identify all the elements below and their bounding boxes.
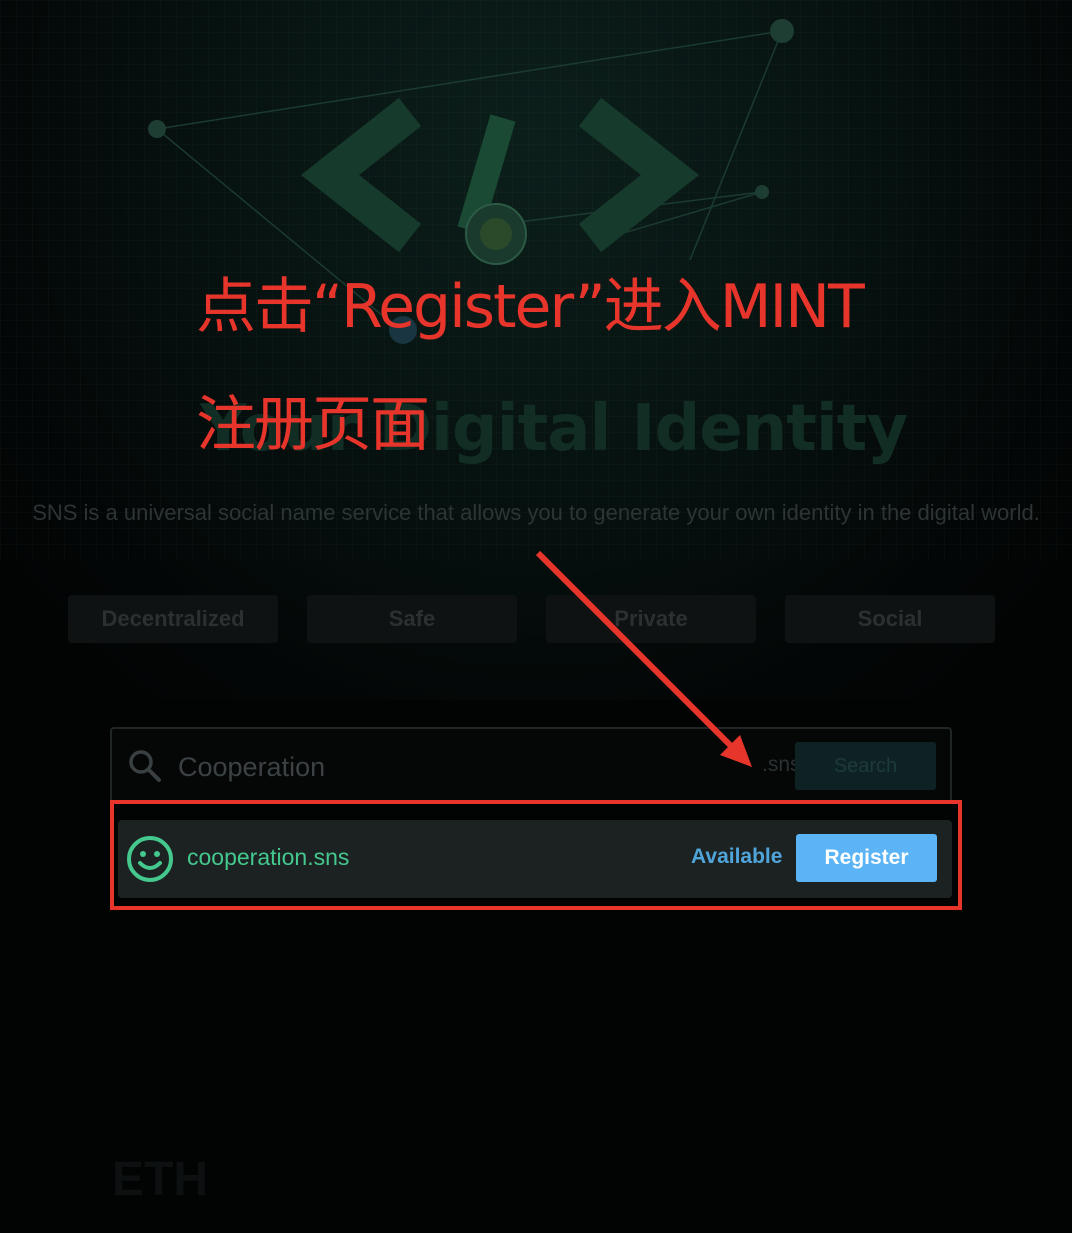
annotation-instruction-line1: 点击“Register”进入MINT (196, 272, 865, 342)
annotation-arrow (535, 550, 752, 767)
annotation-instruction-line2: 注册页面 (196, 390, 430, 460)
